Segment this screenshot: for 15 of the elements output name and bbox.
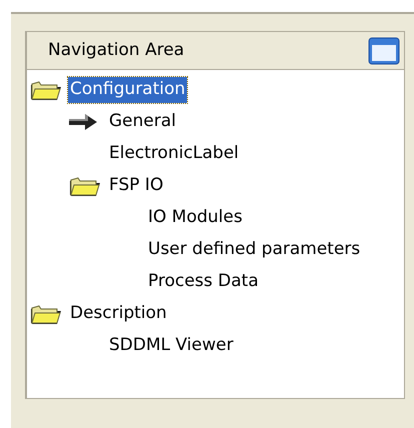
folder-icon xyxy=(29,79,63,101)
tree-item[interactable]: Process Data xyxy=(146,269,260,295)
arrow-icon xyxy=(68,113,98,131)
window-icon[interactable] xyxy=(368,36,400,64)
tree-item[interactable]: SDDML Viewer xyxy=(107,333,236,359)
folder-icon xyxy=(68,175,102,197)
folder-icon xyxy=(29,303,63,325)
tree-item[interactable]: FSP IO xyxy=(107,173,166,199)
tree-item[interactable]: ElectronicLabel xyxy=(107,141,241,167)
tree-item[interactable]: Configuration xyxy=(68,77,188,103)
tree-item[interactable]: General xyxy=(107,109,178,135)
tree-item[interactable]: Description xyxy=(68,301,169,327)
panel-title: Navigation Area xyxy=(48,38,184,62)
tree-item[interactable]: IO Modules xyxy=(146,205,244,231)
tree-item[interactable]: User defined parameters xyxy=(146,237,362,263)
